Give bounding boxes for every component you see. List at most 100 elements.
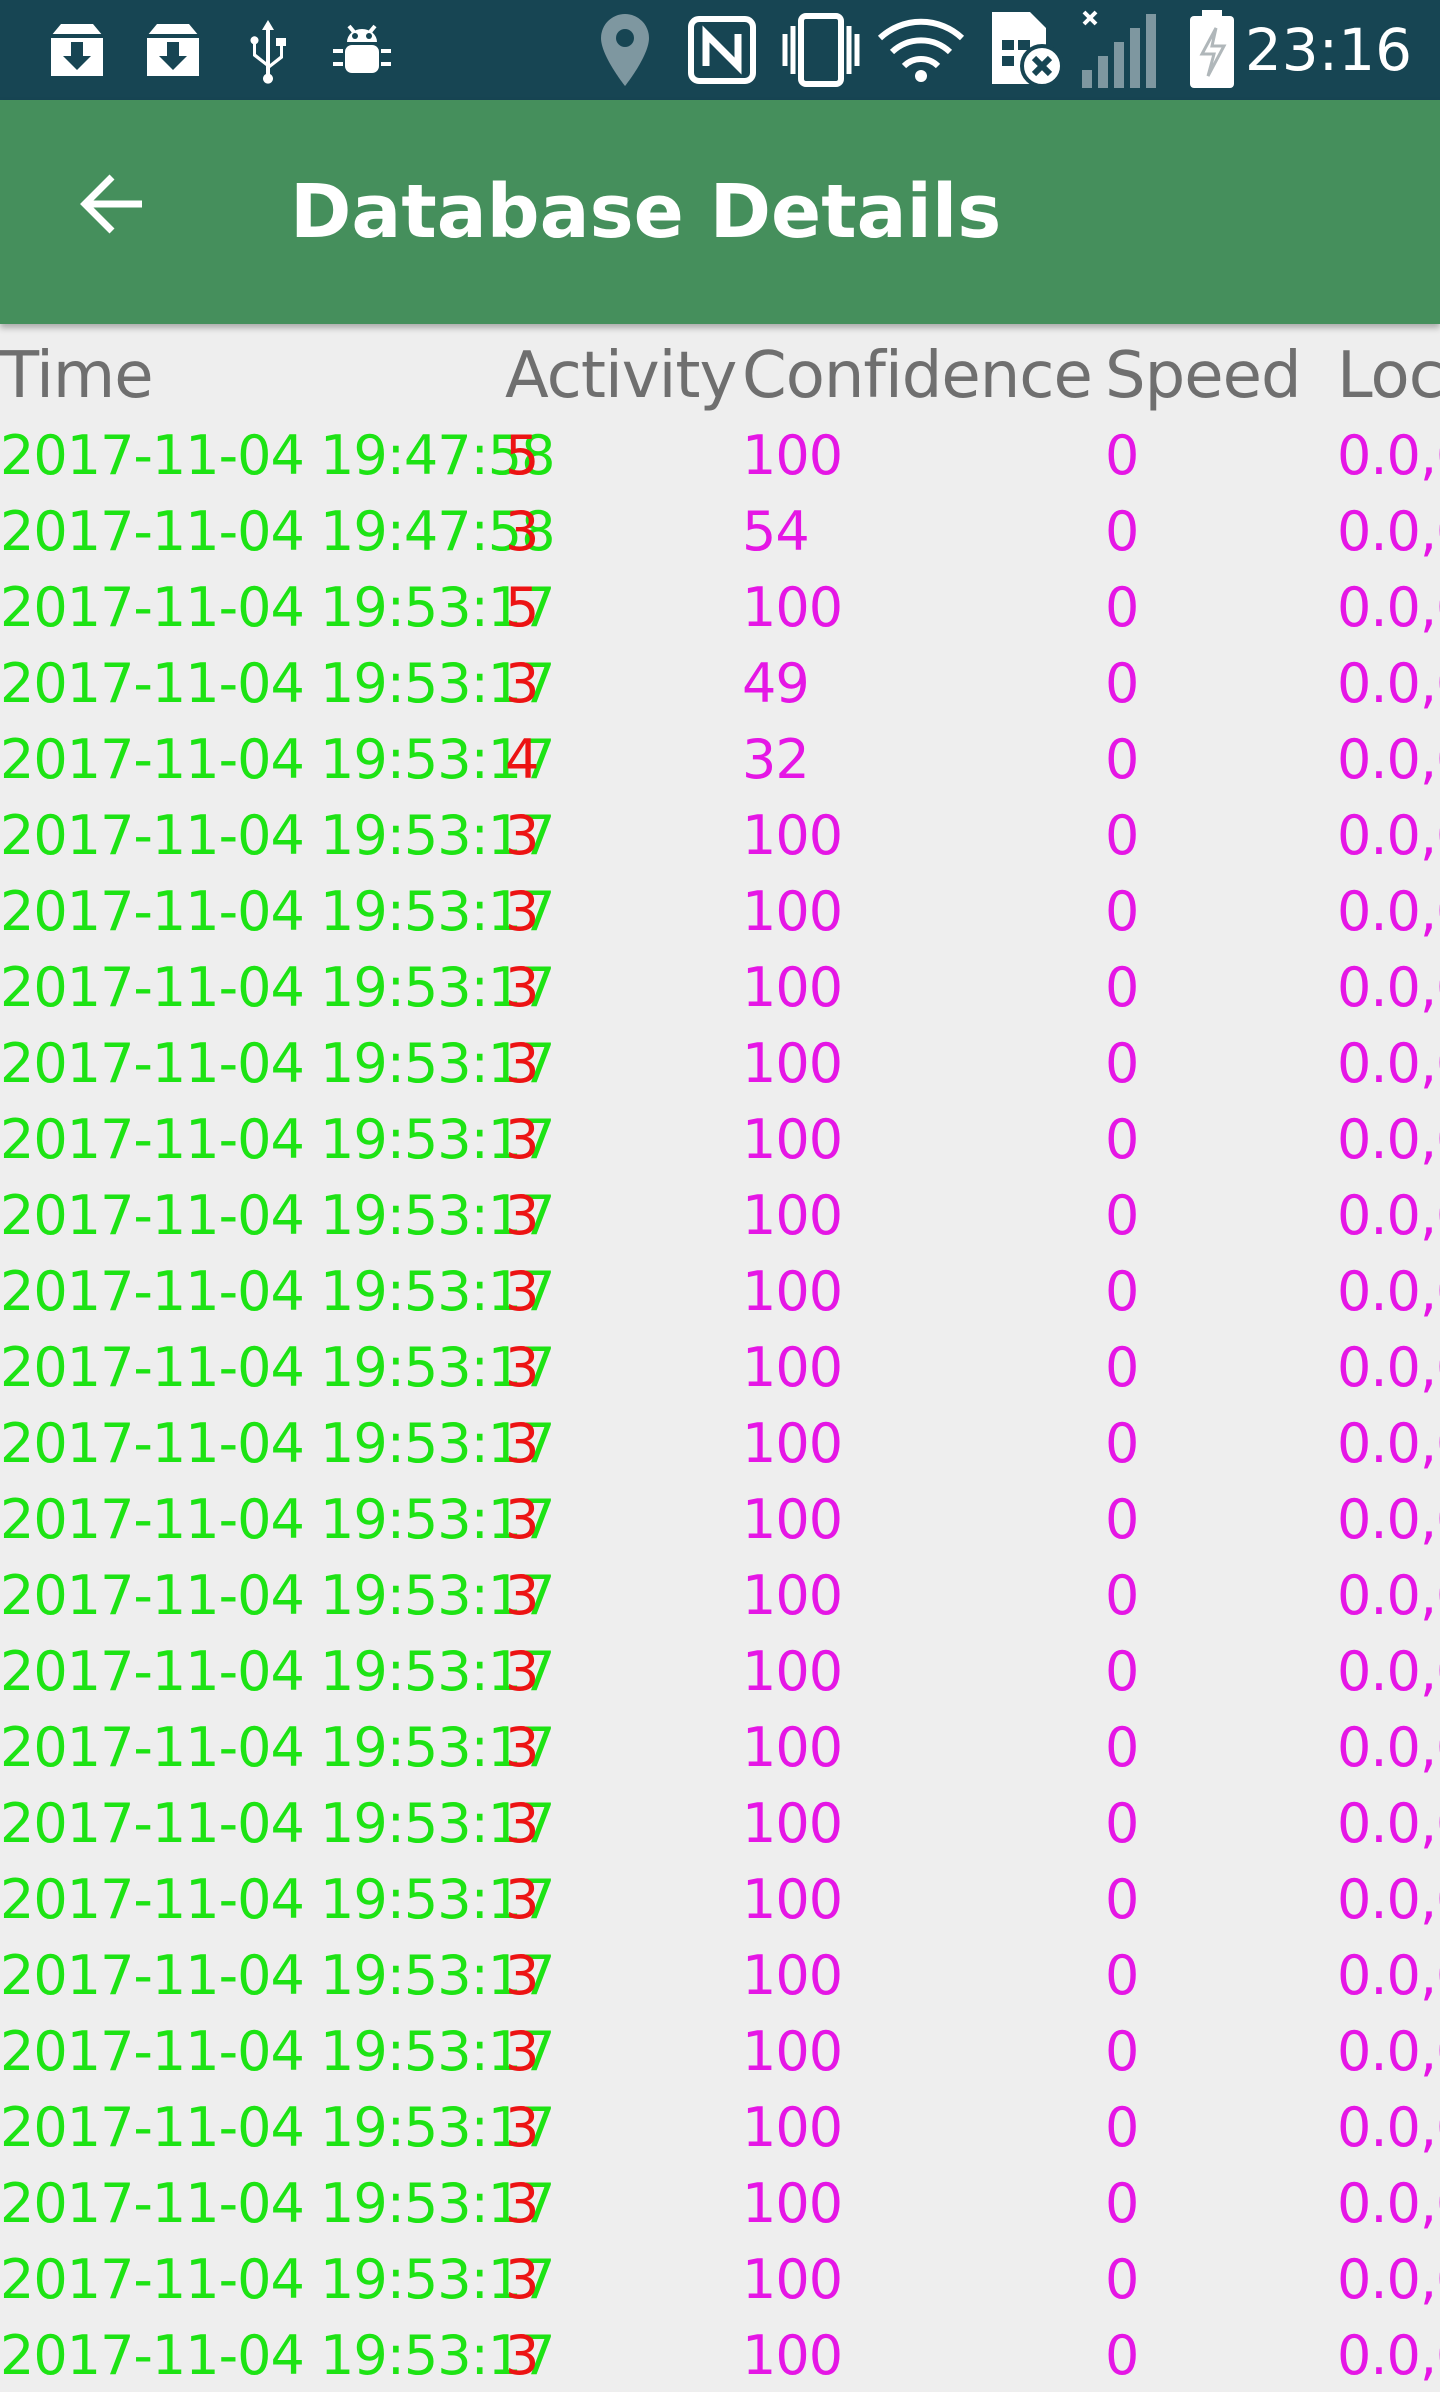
status-bar: 23:16 — [0, 0, 1440, 100]
table-body: 2017-11-04 19:47:58510000.0,02017-11-04 … — [0, 418, 1440, 2392]
cell-location: 0.0,0 — [1337, 424, 1440, 487]
cell-activity: 3 — [505, 2020, 539, 2083]
cell-time: 2017-11-04 19:53:17 — [0, 576, 556, 639]
table-row: 2017-11-04 19:53:173 100 0 0.0,0 — [0, 1710, 1440, 1786]
cell-time: 2017-11-04 19:53:17 — [0, 1944, 556, 2007]
cell-activity: 3 — [505, 1184, 539, 1247]
table-row: 2017-11-04 19:53:173 100 0 0.0,0 — [0, 874, 1440, 950]
cell-location: 0.0,0 — [1337, 1336, 1440, 1399]
cell-activity: 3 — [505, 2324, 539, 2387]
cell-speed: 0 — [1105, 1792, 1139, 1855]
cell-confidence: 100 — [742, 424, 843, 487]
cell-confidence: 100 — [742, 2020, 843, 2083]
cell-location: 0.0,0 — [1337, 1944, 1440, 2007]
cell-activity: 3 — [505, 1868, 539, 1931]
cell-speed: 0 — [1105, 2020, 1139, 2083]
cell-activity: 3 — [505, 804, 539, 867]
cell-time: 2017-11-04 19:53:17 — [0, 1792, 556, 1855]
cell-activity: 4 — [505, 728, 539, 791]
table-row: 2017-11-04 19:53:173 100 0 0.0,0 — [0, 1254, 1440, 1330]
table-row: 2017-11-04 19:53:173 100 0 0.0,0 — [0, 1330, 1440, 1406]
cell-location: 0.0,0 — [1337, 2248, 1440, 2311]
cell-confidence: 100 — [742, 880, 843, 943]
table-row: 2017-11-04 19:53:173 100 0 0.0,0 — [0, 1102, 1440, 1178]
cell-location: 0.0,0 — [1337, 2096, 1440, 2159]
cell-activity: 3 — [505, 1640, 539, 1703]
status-time: 23:16 — [1244, 16, 1412, 84]
table-row: 2017-11-04 19:53:173 100 0 0.0,0 — [0, 1634, 1440, 1710]
signal-icon — [1080, 10, 1166, 88]
cell-confidence: 54 — [742, 500, 810, 563]
cell-speed: 0 — [1105, 652, 1139, 715]
vibrate-icon — [778, 13, 864, 87]
cell-location: 0.0,0 — [1337, 2324, 1440, 2387]
cell-confidence: 32 — [742, 728, 810, 791]
cell-location: 0.0,0 — [1337, 880, 1440, 943]
cell-location: 0.0,0 — [1337, 728, 1440, 791]
page-title: Database Details — [290, 169, 1002, 255]
table-row: 2017-11-04 19:53:173 100 0 0.0,0 — [0, 2166, 1440, 2242]
cell-speed: 0 — [1105, 1336, 1139, 1399]
cell-speed: 0 — [1105, 804, 1139, 867]
table-row: 2017-11-04 19:53:173 100 0 0.0,0 — [0, 1482, 1440, 1558]
table-row: 2017-11-04 19:53:173 100 0 0.0,0 — [0, 1558, 1440, 1634]
back-button[interactable] — [56, 148, 168, 260]
cell-time: 2017-11-04 19:53:17 — [0, 1640, 556, 1703]
table-row: 2017-11-04 19:53:173 100 0 0.0,0 — [0, 1178, 1440, 1254]
cell-speed: 0 — [1105, 2324, 1139, 2387]
cell-confidence: 100 — [742, 1032, 843, 1095]
cell-location: 0.0,0 — [1337, 2172, 1440, 2235]
cell-speed: 0 — [1105, 2172, 1139, 2235]
cell-confidence: 100 — [742, 2248, 843, 2311]
cell-activity: 3 — [505, 2172, 539, 2235]
cell-speed: 0 — [1105, 880, 1139, 943]
cell-location: 0.0,0 — [1337, 1260, 1440, 1323]
cell-speed: 0 — [1105, 1108, 1139, 1171]
cell-time: 2017-11-04 19:53:17 — [0, 2248, 556, 2311]
cell-speed: 0 — [1105, 1868, 1139, 1931]
cell-speed: 0 — [1105, 2248, 1139, 2311]
cell-time: 2017-11-04 19:53:17 — [0, 880, 556, 943]
cell-time: 2017-11-04 19:53:17 — [0, 1868, 556, 1931]
cell-confidence: 100 — [742, 1716, 843, 1779]
cell-activity: 3 — [505, 1488, 539, 1551]
database-table[interactable]: Time Activity Confidence Speed Loc 2017-… — [0, 324, 1440, 2392]
cell-activity: 3 — [505, 1260, 539, 1323]
cell-confidence: 100 — [742, 956, 843, 1019]
table-row: 2017-11-04 19:53:173 49 0 0.0,0 — [0, 646, 1440, 722]
cell-location: 0.0,0 — [1337, 652, 1440, 715]
cell-activity: 5 — [505, 576, 539, 639]
table-row: 2017-11-04 19:53:174 32 0 0.0,0 — [0, 722, 1440, 798]
cell-speed: 0 — [1105, 1412, 1139, 1475]
cell-activity: 3 — [505, 1108, 539, 1171]
cell-location: 0.0,0 — [1337, 1184, 1440, 1247]
table-header-row: Time Activity Confidence Speed Loc — [0, 324, 1440, 418]
no-sim-icon — [986, 12, 1066, 88]
cell-time: 2017-11-04 19:53:17 — [0, 652, 556, 715]
cell-speed: 0 — [1105, 500, 1139, 563]
cell-confidence: 100 — [742, 2172, 843, 2235]
table-row: 2017-11-04 19:53:173 100 0 0.0,0 — [0, 2014, 1440, 2090]
column-header-speed: Speed — [1105, 339, 1302, 413]
download-icon — [138, 14, 208, 86]
cell-time: 2017-11-04 19:53:17 — [0, 1032, 556, 1095]
location-icon — [590, 14, 660, 86]
cell-location: 0.0,0 — [1337, 1032, 1440, 1095]
usb-icon — [238, 14, 298, 86]
column-header-confidence: Confidence — [742, 339, 1093, 413]
cell-time: 2017-11-04 19:53:17 — [0, 1108, 556, 1171]
cell-time: 2017-11-04 19:53:17 — [0, 1260, 556, 1323]
cell-time: 2017-11-04 19:53:17 — [0, 2096, 556, 2159]
cell-activity: 3 — [505, 1564, 539, 1627]
cell-confidence: 100 — [742, 1640, 843, 1703]
cell-time: 2017-11-04 19:53:17 — [0, 1336, 556, 1399]
cell-speed: 0 — [1105, 1488, 1139, 1551]
cell-activity: 3 — [505, 2096, 539, 2159]
cell-time: 2017-11-04 19:53:17 — [0, 804, 556, 867]
table-row: 2017-11-04 19:53:173 100 0 0.0,0 — [0, 1786, 1440, 1862]
cell-location: 0.0,0 — [1337, 576, 1440, 639]
cell-confidence: 100 — [742, 1108, 843, 1171]
cell-location: 0.0,0 — [1337, 804, 1440, 867]
cell-time: 2017-11-04 19:47:58 — [0, 424, 556, 487]
download-icon — [42, 14, 112, 86]
